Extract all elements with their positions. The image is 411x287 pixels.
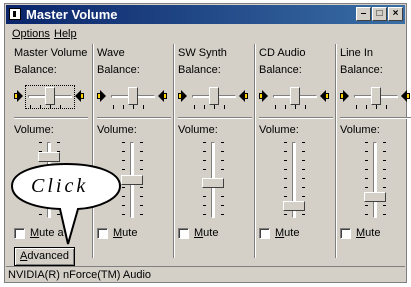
balance-label: Balance:	[97, 64, 140, 76]
balance-slider[interactable]	[178, 84, 252, 110]
section-divider	[14, 117, 88, 119]
mute-label: ute a	[39, 227, 64, 239]
app-icon[interactable]	[9, 8, 21, 20]
balance-slider[interactable]	[14, 84, 88, 110]
speaker-left-icon	[340, 90, 349, 102]
volume-label: Volume:	[97, 124, 137, 136]
volume-label: Volume:	[14, 124, 54, 136]
mute-label: ute	[122, 227, 138, 239]
balance-ticks	[275, 105, 315, 109]
mute-label: ute	[203, 227, 219, 239]
status-text: NVIDIA(R) nForce(TM) Audio	[8, 269, 152, 281]
volume-slider[interactable]	[360, 139, 390, 221]
volume-label: Volume:	[259, 124, 299, 136]
mixer-panel: Wave Balance: Volume: Mute	[97, 44, 173, 258]
balance-thumb[interactable]	[209, 87, 219, 105]
volume-slider[interactable]	[198, 139, 228, 221]
volume-thumb[interactable]	[283, 201, 305, 212]
master-volume-window: Master Volume – □ × Options Help Master Vo…	[4, 3, 411, 283]
balance-label: Balance:	[340, 64, 383, 76]
mute-checkbox[interactable]: Mute	[340, 227, 380, 239]
mute-label-accel: M	[356, 227, 366, 239]
volume-thumb[interactable]	[38, 151, 60, 162]
section-divider	[340, 117, 411, 119]
volume-label: Volume:	[178, 124, 218, 136]
channel-name: Wave	[97, 47, 125, 59]
channel-name: CD Audio	[259, 47, 306, 59]
balance-ticks	[113, 105, 153, 109]
speaker-left-icon	[259, 90, 268, 102]
panel-divider	[254, 44, 256, 258]
menu-bar: Options Help	[6, 25, 405, 43]
balance-thumb[interactable]	[371, 87, 381, 105]
mute-checkbox[interactable]: Mute	[178, 227, 218, 239]
mute-label: ute	[365, 227, 381, 239]
mute-checkbox[interactable]: Mute	[97, 227, 137, 239]
window-title: Master Volume	[26, 7, 118, 22]
speaker-right-icon	[401, 90, 410, 102]
mute-label-accel: M	[275, 227, 285, 239]
close-button[interactable]: ×	[388, 7, 403, 21]
menu-help[interactable]: Help	[54, 28, 77, 40]
callout-text: Click	[31, 175, 89, 197]
title-bar[interactable]: Master Volume – □ ×	[6, 5, 405, 24]
section-divider	[97, 117, 171, 119]
balance-slider[interactable]	[259, 84, 333, 110]
panel-divider	[335, 44, 337, 258]
volume-thumb[interactable]	[202, 178, 224, 189]
mute-checkbox[interactable]: Mute	[259, 227, 299, 239]
focus-rectangle	[25, 85, 75, 109]
checkbox-box[interactable]	[97, 227, 108, 239]
speaker-left-icon	[178, 90, 187, 102]
channel-name: Line In	[340, 47, 374, 59]
panel-divider	[92, 44, 94, 258]
volume-ticks	[365, 142, 368, 218]
speaker-right-icon	[320, 90, 329, 102]
section-divider	[178, 117, 252, 119]
checkbox-box[interactable]	[14, 227, 25, 239]
mute-label-accel: M	[194, 227, 204, 239]
volume-ticks	[383, 142, 386, 218]
balance-label: Balance:	[178, 64, 221, 76]
balance-thumb[interactable]	[128, 87, 138, 105]
balance-slider[interactable]	[97, 84, 171, 110]
balance-label: Balance:	[259, 64, 302, 76]
channel-name: SW Synth	[178, 47, 227, 59]
balance-ticks	[356, 105, 396, 109]
mute-label-accel: M	[113, 227, 123, 239]
volume-thumb[interactable]	[364, 191, 386, 202]
checkbox-box[interactable]	[340, 227, 351, 239]
mixer-panel: CD Audio Balance: Volume: Mute	[259, 44, 335, 258]
mute-label: ute	[284, 227, 300, 239]
panel-divider	[173, 44, 175, 258]
maximize-button[interactable]: □	[372, 7, 387, 21]
menu-options[interactable]: Options	[12, 28, 50, 40]
volume-thumb[interactable]	[121, 175, 143, 185]
volume-slider[interactable]	[117, 139, 147, 221]
mixer-panel: Line In Balance: Volume: Mute	[340, 44, 411, 258]
mute-checkbox[interactable]: Mute a	[14, 227, 64, 239]
speaker-left-icon	[14, 90, 23, 102]
mixer-panel: SW Synth Balance: Volume: Mute	[178, 44, 254, 258]
volume-track	[373, 142, 377, 218]
checkbox-box[interactable]	[178, 227, 189, 239]
section-divider	[259, 117, 333, 119]
balance-ticks	[194, 105, 234, 109]
channel-name: Master Volume	[14, 47, 88, 59]
speaker-right-icon	[75, 90, 84, 102]
mixer-panel: Master Volume Balance: Volume: Mute a Advanc…	[14, 44, 90, 266]
checkbox-box[interactable]	[259, 227, 270, 239]
mute-label-accel: M	[30, 227, 40, 239]
volume-label: Volume:	[340, 124, 380, 136]
minimize-button[interactable]: –	[356, 7, 371, 21]
status-bar: NVIDIA(R) nForce(TM) Audio	[6, 266, 405, 283]
balance-label: Balance:	[14, 64, 57, 76]
balance-slider[interactable]	[340, 84, 411, 110]
volume-slider[interactable]	[279, 139, 309, 221]
advanced-button[interactable]: Advanced	[14, 247, 75, 266]
speaker-right-icon	[158, 90, 167, 102]
speaker-left-icon	[97, 90, 106, 102]
speaker-right-icon	[239, 90, 248, 102]
balance-thumb[interactable]	[290, 87, 300, 105]
